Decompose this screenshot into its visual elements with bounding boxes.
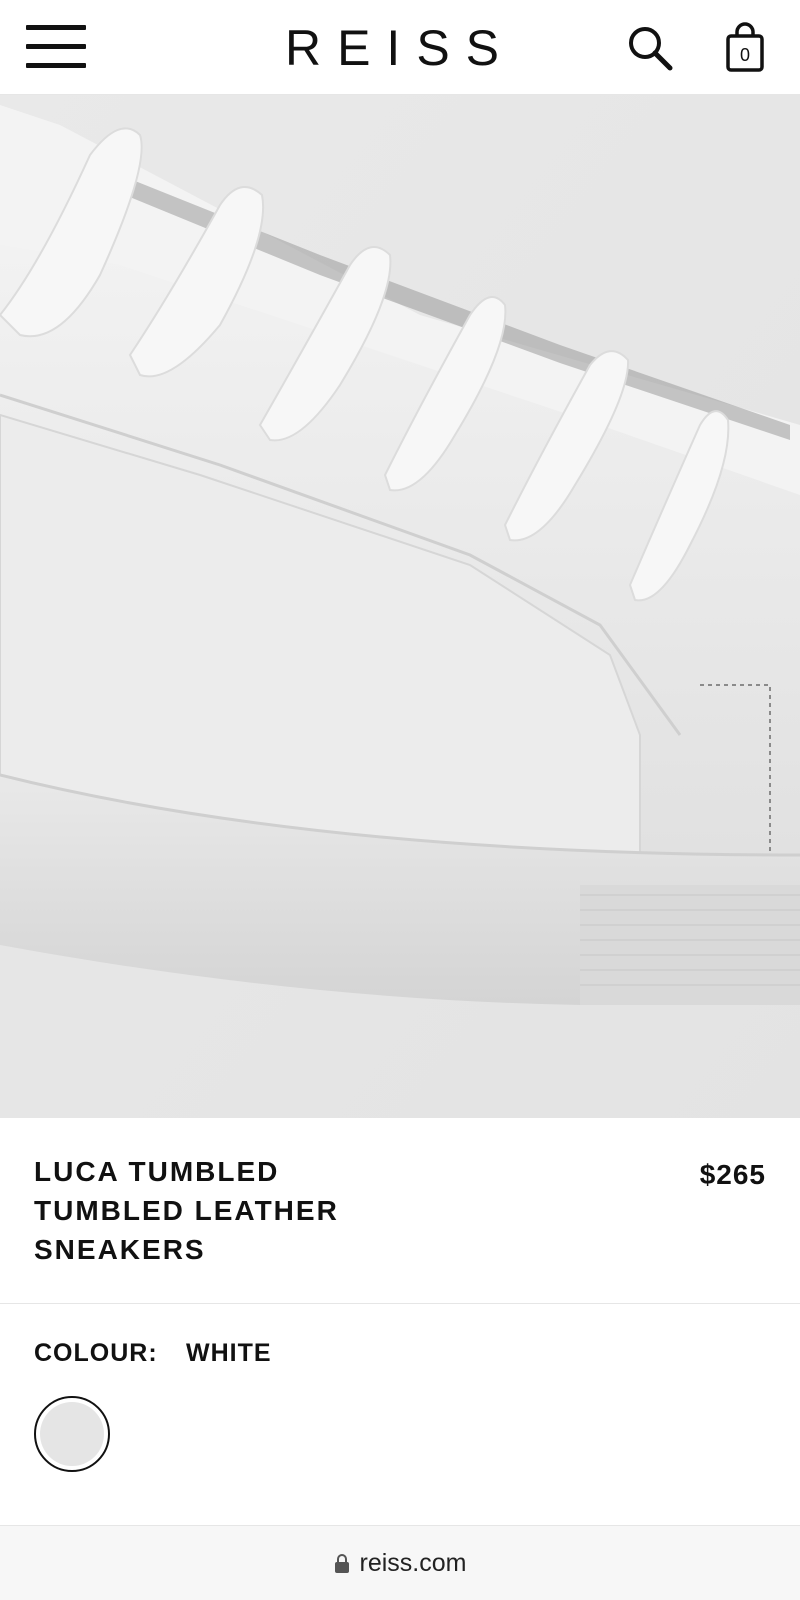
- menu-line: [26, 63, 86, 68]
- product-title-line: SNEAKERS: [34, 1234, 206, 1265]
- menu-line: [26, 25, 86, 30]
- product-title-line: LUCA TUMBLED: [34, 1156, 280, 1187]
- swatch-fill: [40, 1402, 104, 1466]
- colour-selector: COLOUR: WHITE: [0, 1304, 800, 1526]
- product-title: LUCA TUMBLED TUMBLED LEATHER SNEAKERS: [34, 1152, 434, 1269]
- url-text: reiss.com: [359, 1549, 467, 1577]
- brand-logo[interactable]: REISS: [270, 18, 530, 78]
- lock-icon: [334, 1550, 350, 1573]
- product-title-line: TUMBLED LEATHER: [34, 1195, 339, 1226]
- colour-value: WHITE: [186, 1339, 272, 1367]
- browser-url-bar[interactable]: reiss.com: [0, 1526, 800, 1600]
- bag-count: 0: [739, 45, 750, 65]
- url-display: reiss.com: [0, 1548, 800, 1578]
- menu-line: [26, 44, 86, 49]
- product-info: LUCA TUMBLED TUMBLED LEATHER SNEAKERS $2…: [0, 1118, 800, 1304]
- search-icon[interactable]: [626, 24, 676, 74]
- product-image[interactable]: [0, 95, 800, 1118]
- shopping-bag-icon[interactable]: 0: [722, 22, 768, 74]
- site-header: REISS 0: [0, 0, 800, 95]
- product-price: $265: [699, 1159, 766, 1190]
- hamburger-menu-icon[interactable]: [26, 25, 86, 69]
- sneaker-illustration: [0, 95, 800, 1118]
- colour-swatch-white[interactable]: [34, 1396, 110, 1472]
- colour-label: COLOUR:: [34, 1339, 158, 1367]
